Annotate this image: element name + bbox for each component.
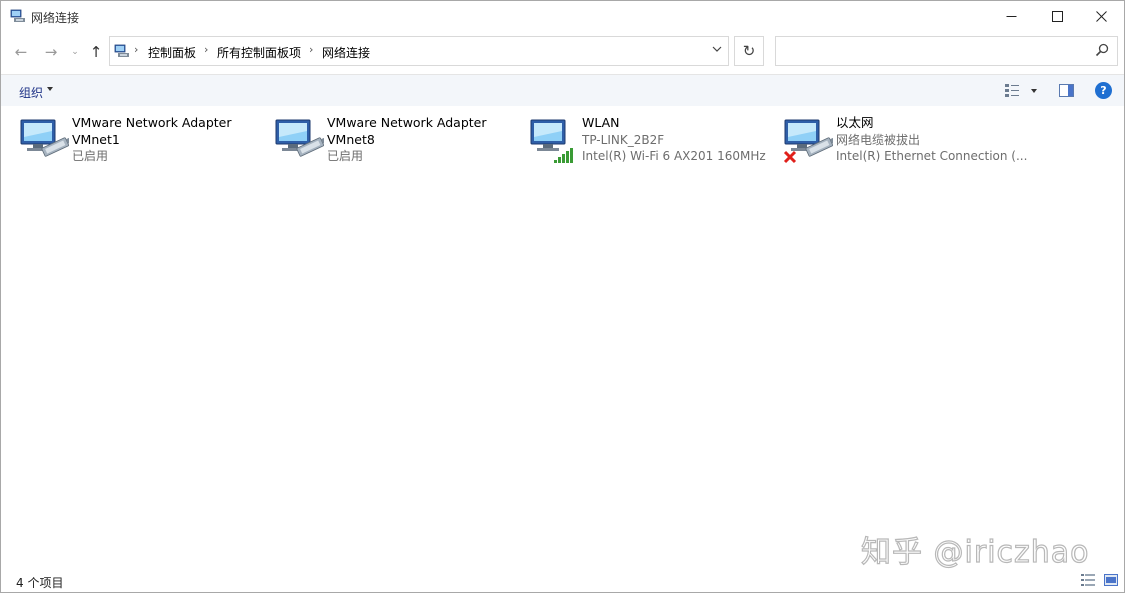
close-icon bbox=[1095, 11, 1107, 22]
breadcrumb-network-connections[interactable]: 网络连接 bbox=[322, 44, 370, 61]
help-button[interactable]: ? bbox=[1095, 82, 1112, 99]
navigation-bar: ← → ⌄ ↑ › 控制面板 › 所有控制面板项 › 网络连接 ↻ bbox=[1, 32, 1124, 72]
error-x-icon bbox=[783, 150, 797, 164]
item-count: 4 个项目 bbox=[16, 576, 64, 590]
back-button[interactable]: ← bbox=[11, 42, 31, 62]
connection-item-ethernet[interactable]: 以太网 网络电缆被拔出 Intel(R) Ethernet Connection… bbox=[783, 115, 1033, 175]
connection-status: 网络电缆被拔出 bbox=[836, 132, 921, 147]
connection-text: VMware Network Adapter VMnet1 已启用 bbox=[72, 115, 268, 165]
close-button[interactable] bbox=[1078, 1, 1124, 32]
breadcrumb-all-control-panel-items[interactable]: 所有控制面板项 bbox=[217, 44, 301, 61]
status-bar: 4 个项目 bbox=[1, 569, 1124, 592]
connection-name-line2: VMnet1 bbox=[72, 131, 120, 147]
chevron-right-icon[interactable]: › bbox=[309, 43, 313, 56]
connection-item-vmnet8[interactable]: VMware Network Adapter VMnet8 已启用 bbox=[274, 115, 524, 175]
large-icons-view-icon[interactable] bbox=[1104, 574, 1118, 586]
network-adapter-icon bbox=[20, 119, 69, 157]
connection-item-vmnet1[interactable]: VMware Network Adapter VMnet1 已启用 bbox=[19, 115, 269, 175]
network-adapter-icon bbox=[275, 119, 324, 157]
zhihu-watermark: 知乎 @iriczhao bbox=[860, 534, 1090, 570]
connection-name: 以太网 bbox=[836, 115, 874, 130]
connection-status: 已启用 bbox=[327, 149, 364, 163]
breadcrumb-control-panel[interactable]: 控制面板 bbox=[148, 44, 196, 61]
preview-pane-icon[interactable] bbox=[1059, 84, 1074, 97]
connection-status: 已启用 bbox=[72, 149, 109, 163]
maximize-icon bbox=[1051, 11, 1063, 22]
chevron-down-icon[interactable] bbox=[712, 44, 722, 54]
connection-text: WLAN TP-LINK_2B2F Intel(R) Wi-Fi 6 AX201… bbox=[582, 115, 778, 165]
connection-device: Intel(R) Wi-Fi 6 AX201 160MHz bbox=[582, 149, 766, 163]
search-input[interactable] bbox=[775, 36, 1118, 66]
connection-text: VMware Network Adapter VMnet8 已启用 bbox=[327, 115, 523, 165]
connection-name: WLAN bbox=[582, 115, 620, 130]
forward-button[interactable]: → bbox=[41, 42, 61, 62]
connection-text: 以太网 网络电缆被拔出 Intel(R) Ethernet Connection… bbox=[836, 115, 1032, 165]
network-connections-icon bbox=[10, 9, 25, 22]
recent-locations-button[interactable]: ⌄ bbox=[65, 42, 85, 62]
ethernet-disconnected-icon bbox=[783, 119, 833, 164]
connection-item-wlan[interactable]: WLAN TP-LINK_2B2F Intel(R) Wi-Fi 6 AX201… bbox=[529, 115, 779, 175]
connection-network: TP-LINK_2B2F bbox=[582, 132, 665, 147]
command-bar: 组织 ? bbox=[1, 74, 1124, 106]
connection-name: VMware Network Adapter bbox=[327, 115, 487, 130]
caret-down-icon[interactable] bbox=[47, 87, 53, 91]
chevron-right-icon[interactable]: › bbox=[204, 43, 208, 56]
connection-name: VMware Network Adapter bbox=[72, 115, 232, 130]
minimize-icon bbox=[1006, 16, 1016, 17]
organize-menu[interactable]: 组织 bbox=[19, 84, 43, 101]
maximize-button[interactable] bbox=[1034, 1, 1080, 32]
details-view-icon[interactable] bbox=[1081, 574, 1095, 586]
chevron-right-icon[interactable]: › bbox=[134, 43, 138, 56]
refresh-button[interactable]: ↻ bbox=[734, 36, 764, 66]
explorer-window: 网络连接 ← → ⌄ ↑ › 控制面板 › 所有控制面板项 › 网络连接 ↻ 组… bbox=[0, 0, 1125, 593]
up-button[interactable]: ↑ bbox=[86, 42, 106, 62]
connection-name-line2: VMnet8 bbox=[327, 131, 375, 147]
change-view-icon[interactable] bbox=[1004, 83, 1020, 98]
control-panel-icon bbox=[114, 44, 129, 57]
connection-device: Intel(R) Ethernet Connection (... bbox=[836, 149, 1028, 163]
address-bar[interactable]: › 控制面板 › 所有控制面板项 › 网络连接 bbox=[109, 36, 729, 66]
connections-list: VMware Network Adapter VMnet1 已启用 VMware… bbox=[1, 107, 1124, 567]
caret-down-icon[interactable] bbox=[1031, 89, 1037, 93]
search-icon bbox=[1095, 43, 1109, 57]
minimize-button[interactable] bbox=[988, 1, 1034, 32]
wifi-adapter-icon bbox=[530, 119, 573, 163]
window-title: 网络连接 bbox=[31, 11, 80, 25]
title-bar[interactable]: 网络连接 bbox=[1, 1, 1124, 32]
